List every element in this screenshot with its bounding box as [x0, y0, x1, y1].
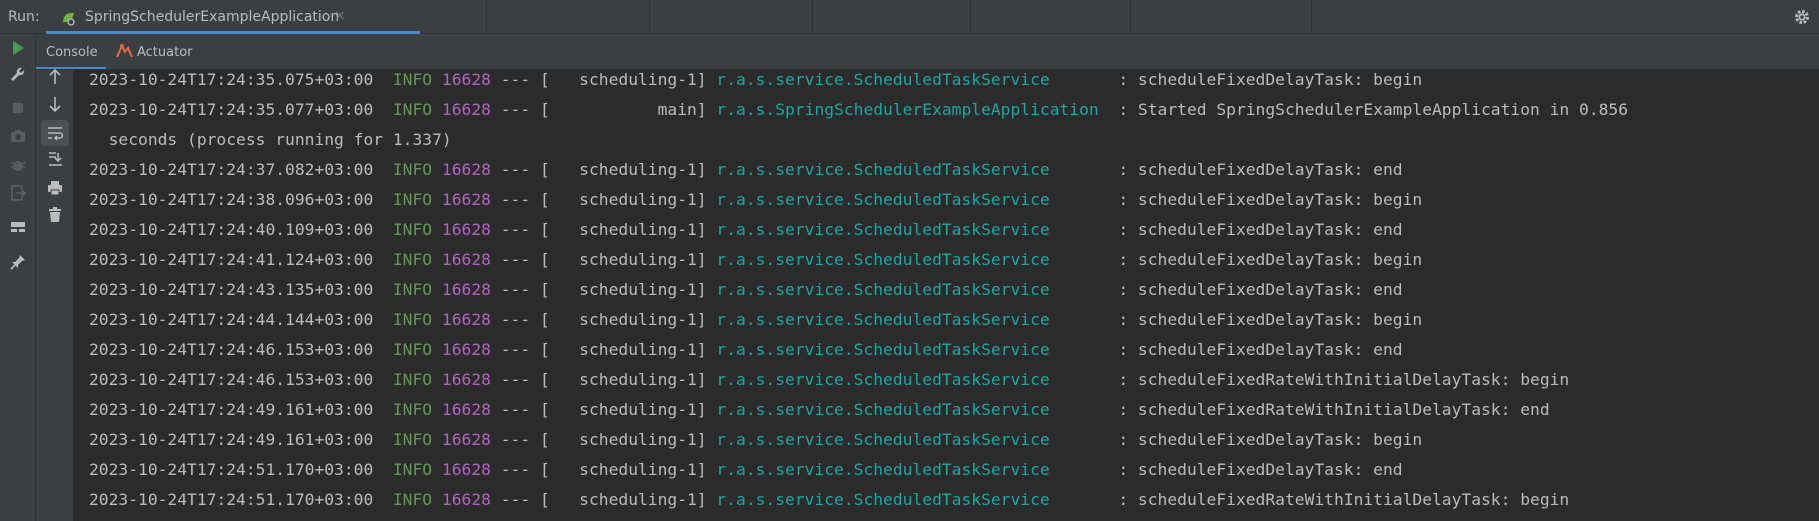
- console-toolbar: [36, 68, 74, 521]
- tab-actuator[interactable]: Actuator: [114, 34, 204, 69]
- up-arrow-icon[interactable]: [46, 68, 64, 86]
- log-line: 2023-10-24T17:24:40.109+03:00 INFO 16628…: [89, 220, 1403, 239]
- scroll-to-end-icon[interactable]: [46, 150, 64, 168]
- divider: [1311, 0, 1312, 34]
- log-line: 2023-10-24T17:24:46.153+03:00 INFO 16628…: [89, 340, 1403, 359]
- log-line: 2023-10-24T17:24:44.144+03:00 INFO 16628…: [89, 310, 1423, 329]
- run-toolbar: Run: SpringSchedulerExampleApplication ×: [0, 0, 1819, 34]
- log-line: 2023-10-24T17:24:51.170+03:00 INFO 16628…: [89, 490, 1570, 509]
- tab-actuator-label: Actuator: [137, 45, 193, 60]
- console-output[interactable]: 2023-10-24T17:24:35.075+03:00 INFO 16628…: [74, 70, 1819, 521]
- log-line: 2023-10-24T17:24:41.124+03:00 INFO 16628…: [89, 250, 1423, 269]
- divider: [649, 0, 650, 34]
- log-line: 2023-10-24T17:24:46.153+03:00 INFO 16628…: [89, 370, 1570, 389]
- debug-bug-icon[interactable]: [9, 156, 27, 174]
- run-label: Run:: [8, 9, 40, 25]
- gear-icon[interactable]: [1793, 8, 1811, 26]
- log-line: 2023-10-24T17:24:49.161+03:00 INFO 16628…: [89, 400, 1550, 419]
- log-line: 2023-10-24T17:24:38.096+03:00 INFO 16628…: [89, 190, 1423, 209]
- run-tab-title: SpringSchedulerExampleApplication: [85, 9, 340, 25]
- run-tab[interactable]: SpringSchedulerExampleApplication ×: [46, 0, 420, 34]
- log-line: 2023-10-24T17:24:37.082+03:00 INFO 16628…: [89, 160, 1403, 179]
- down-arrow-icon[interactable]: [46, 95, 64, 113]
- divider: [970, 0, 971, 34]
- log-line: 2023-10-24T17:24:49.161+03:00 INFO 16628…: [89, 430, 1423, 449]
- divider: [1130, 0, 1131, 34]
- log-line: 2023-10-24T17:24:43.135+03:00 INFO 16628…: [89, 280, 1403, 299]
- log-line: 2023-10-24T17:24:51.170+03:00 INFO 16628…: [89, 460, 1403, 479]
- wrench-icon[interactable]: [9, 66, 27, 84]
- console-tabs: Console Actuator: [36, 34, 1819, 70]
- run-icon[interactable]: [9, 39, 27, 57]
- pin-icon[interactable]: [9, 253, 27, 271]
- tab-console[interactable]: Console: [36, 34, 106, 69]
- close-icon[interactable]: ×: [334, 8, 346, 24]
- print-icon[interactable]: [46, 179, 64, 197]
- stop-icon[interactable]: [9, 99, 27, 117]
- tab-console-label: Console: [46, 45, 98, 60]
- log-line: 2023-10-24T17:24:35.077+03:00 INFO 16628…: [89, 100, 1629, 119]
- spring-boot-icon: [63, 12, 75, 26]
- camera-icon[interactable]: [9, 127, 27, 145]
- soft-wrap-icon: [48, 127, 64, 141]
- layout-icon[interactable]: [9, 218, 27, 236]
- divider: [812, 0, 813, 34]
- trash-icon[interactable]: [46, 206, 64, 224]
- actuator-icon: [116, 43, 133, 58]
- exit-icon[interactable]: [9, 184, 27, 202]
- soft-wrap-button[interactable]: [41, 120, 69, 146]
- log-line: 2023-10-24T17:24:35.075+03:00 INFO 16628…: [89, 70, 1423, 89]
- log-line-continuation: seconds (process running for 1.337): [89, 130, 452, 149]
- divider: [486, 0, 487, 34]
- run-side-toolbar: [0, 34, 36, 521]
